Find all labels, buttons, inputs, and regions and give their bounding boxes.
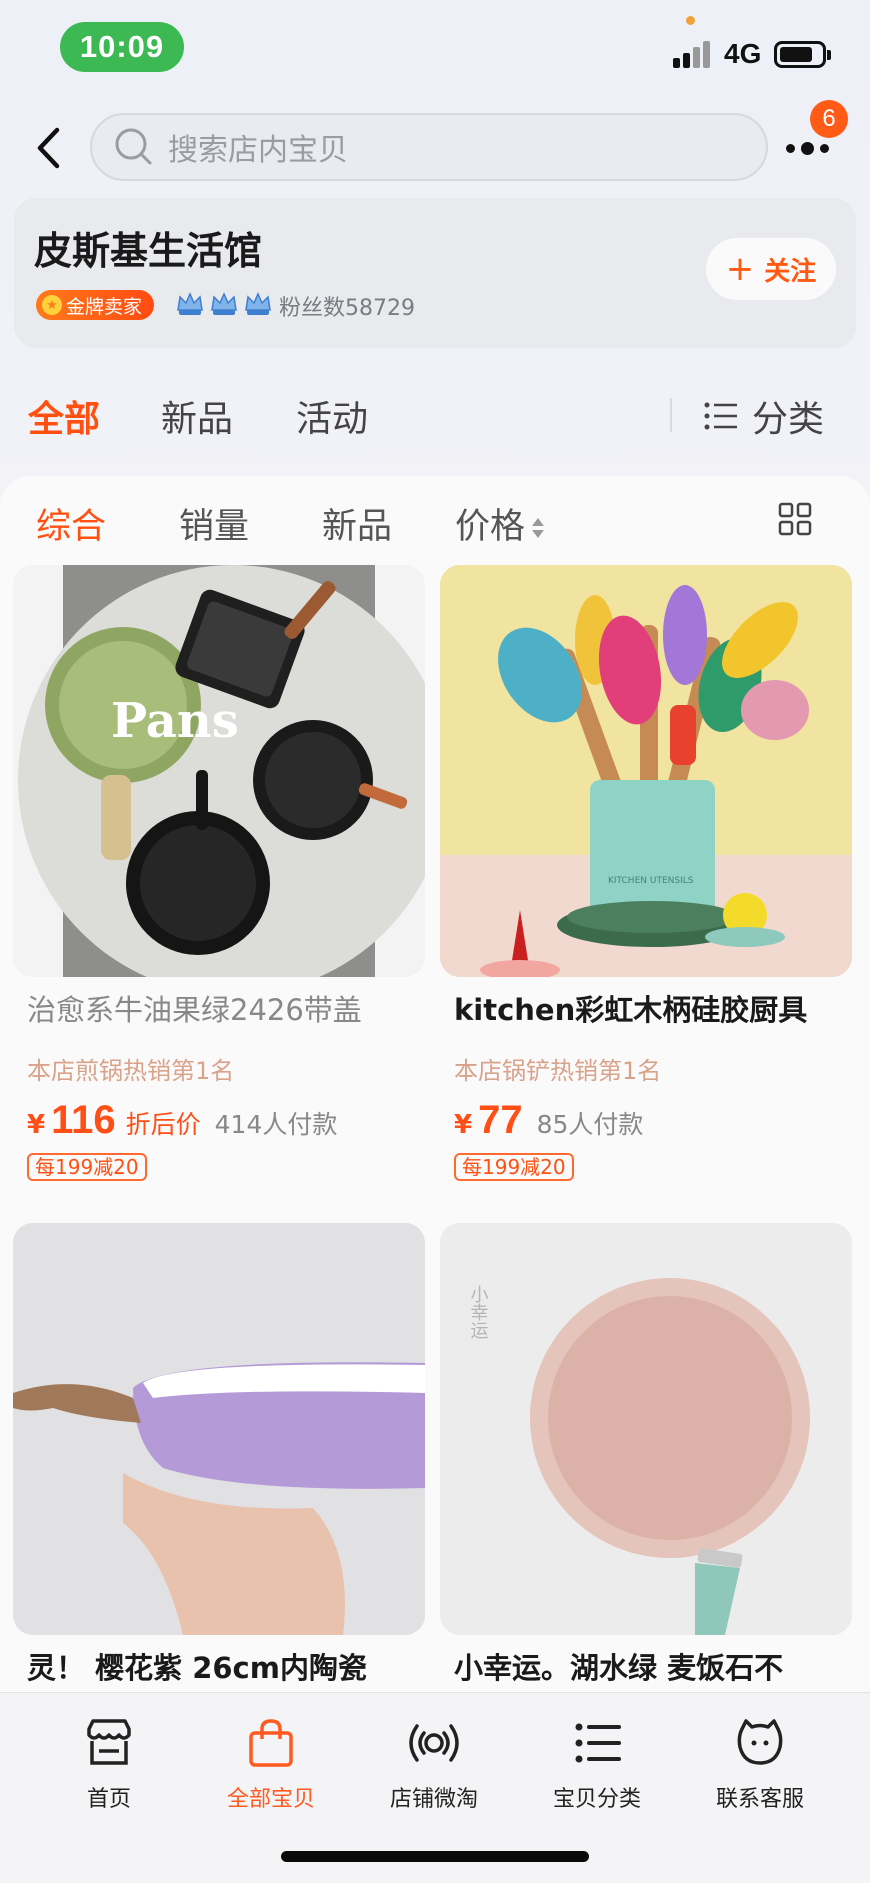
follow-button[interactable]: + 关注 bbox=[706, 238, 836, 300]
notification-badge: 6 bbox=[810, 100, 848, 138]
product-title: kitchen彩虹木柄硅胶厨具 bbox=[454, 993, 808, 1027]
nav-categories[interactable]: 宝贝分类 bbox=[532, 1715, 662, 1813]
search-input[interactable]: 搜索店内宝贝 bbox=[90, 113, 768, 181]
product-image bbox=[13, 1223, 425, 1635]
currency-symbol: ¥ bbox=[27, 1110, 46, 1140]
product-card[interactable]: Pans 治愈系牛油果绿2426带盖 本店煎锅热销第1名 ¥ 116 折后价 4… bbox=[13, 565, 425, 1181]
battery-icon bbox=[774, 41, 831, 68]
nav-home-label: 首页 bbox=[86, 1787, 131, 1812]
coupon-tag: 每199减20 bbox=[454, 1153, 574, 1181]
status-time: 10:09 bbox=[60, 22, 184, 72]
nav-all-items-label: 全部宝贝 bbox=[226, 1787, 315, 1812]
privacy-indicator-dot bbox=[686, 16, 695, 25]
grid-view-icon[interactable] bbox=[778, 502, 812, 536]
product-title: 治愈系牛油果绿2426带盖 bbox=[27, 993, 362, 1027]
product-title: 灵！ 樱花紫 26cm内陶瓷 bbox=[27, 1651, 367, 1685]
product-image: KITCHEN UTENSILS bbox=[440, 565, 852, 977]
status-bar: 10:09 4G bbox=[0, 0, 870, 100]
more-dots-icon bbox=[785, 143, 795, 153]
sort-overall[interactable]: 综合 bbox=[36, 498, 106, 549]
nav-customer-service-label: 联系客服 bbox=[715, 1787, 804, 1812]
signal-icon bbox=[673, 40, 713, 68]
price-row: ¥ 77 85人付款 bbox=[440, 1098, 852, 1143]
more-dot-right bbox=[819, 143, 829, 153]
sort-price-label: 价格 bbox=[455, 507, 526, 547]
gold-seller-badge: ★ 金牌卖家 bbox=[36, 290, 155, 320]
crown-icon bbox=[211, 292, 237, 315]
price-row: ¥ 116 折后价 414人付款 bbox=[13, 1098, 425, 1143]
search-placeholder: 搜索店内宝贝 bbox=[168, 133, 348, 168]
tab-category-label: 分类 bbox=[752, 399, 825, 440]
gold-seller-label: 金牌卖家 bbox=[66, 295, 143, 318]
product-card[interactable]: 小幸运 小幸运。湖水绿 麦饭石不 bbox=[440, 1223, 852, 1687]
fans-count: 粉丝数58729 bbox=[279, 296, 415, 321]
chevron-left-icon bbox=[37, 127, 60, 169]
crown-rating bbox=[174, 288, 274, 320]
product-card[interactable]: KITCHEN UTENSILS kitchen彩虹木柄硅胶厨具 本店锅铲热销第… bbox=[440, 565, 852, 1181]
customer-service-icon bbox=[737, 1719, 783, 1765]
purple-wok-photo bbox=[13, 1223, 425, 1635]
broadcast-icon bbox=[409, 1724, 459, 1762]
coupon-tag: 每199减20 bbox=[27, 1153, 147, 1181]
home-indicator[interactable] bbox=[281, 1851, 589, 1862]
follow-label: 关注 bbox=[764, 256, 817, 287]
tab-activity[interactable]: 活动 bbox=[296, 390, 368, 442]
tab-category[interactable]: 分类 bbox=[704, 390, 824, 442]
discount-label: 折后价 bbox=[125, 1110, 201, 1139]
pans-photo: Pans bbox=[18, 565, 425, 977]
sort-new[interactable]: 新品 bbox=[322, 498, 392, 549]
nav-customer-service[interactable]: 联系客服 bbox=[695, 1715, 825, 1813]
nav-store-feed[interactable]: 店铺微淘 bbox=[369, 1715, 499, 1813]
pan-watermark-text: 小幸运 bbox=[468, 1285, 489, 1339]
pink-pan-photo: 小幸运 bbox=[440, 1223, 852, 1635]
gold-coin-icon: ★ bbox=[42, 295, 62, 315]
product-image: 小幸运 bbox=[440, 1223, 852, 1635]
product-rank: 本店锅铲热销第1名 bbox=[454, 1057, 662, 1085]
product-price: 116 bbox=[51, 1098, 116, 1142]
sold-count: 85人付款 bbox=[536, 1110, 644, 1139]
shopping-bag-icon bbox=[249, 1719, 293, 1767]
more-dot-center bbox=[800, 141, 814, 155]
utensils-image-text: KITCHEN UTENSILS bbox=[608, 876, 694, 886]
currency-symbol: ¥ bbox=[454, 1110, 473, 1140]
product-image: Pans bbox=[13, 565, 425, 977]
store-icon bbox=[87, 1719, 131, 1765]
plus-icon: + bbox=[725, 249, 755, 289]
pans-image-text: Pans bbox=[111, 693, 239, 749]
tab-new[interactable]: 新品 bbox=[161, 390, 233, 442]
store-tabs: 全部 新品 活动 分类 bbox=[0, 380, 870, 450]
network-type: 4G bbox=[724, 38, 762, 69]
store-name: 皮斯基生活馆 bbox=[34, 229, 263, 273]
list-icon bbox=[575, 1723, 621, 1763]
product-price: 77 bbox=[478, 1098, 523, 1142]
product-card[interactable]: 灵！ 樱花紫 26cm内陶瓷 bbox=[13, 1223, 425, 1687]
nav-all-items[interactable]: 全部宝贝 bbox=[206, 1715, 336, 1813]
sort-sales[interactable]: 销量 bbox=[179, 498, 249, 549]
tab-all[interactable]: 全部 bbox=[28, 390, 100, 442]
store-header-card[interactable]: 皮斯基生活馆 ★ 金牌卖家 粉丝数58729 + 关注 bbox=[14, 198, 856, 348]
back-button[interactable] bbox=[28, 120, 68, 176]
sold-count: 414人付款 bbox=[214, 1110, 338, 1139]
product-rank: 本店煎锅热销第1名 bbox=[27, 1057, 235, 1085]
nav-store-feed-label: 店铺微淘 bbox=[389, 1787, 478, 1812]
list-icon bbox=[704, 402, 737, 430]
nav-home[interactable]: 首页 bbox=[44, 1715, 174, 1813]
tab-divider bbox=[670, 398, 672, 432]
sort-arrows-icon bbox=[532, 518, 545, 538]
crown-icon bbox=[245, 292, 271, 315]
sort-price[interactable]: 价格 bbox=[455, 498, 545, 549]
search-icon bbox=[115, 128, 152, 165]
utensils-photo: KITCHEN UTENSILS bbox=[440, 565, 852, 977]
nav-categories-label: 宝贝分类 bbox=[552, 1787, 641, 1812]
crown-icon bbox=[177, 292, 203, 315]
product-title: 小幸运。湖水绿 麦饭石不 bbox=[454, 1651, 784, 1685]
